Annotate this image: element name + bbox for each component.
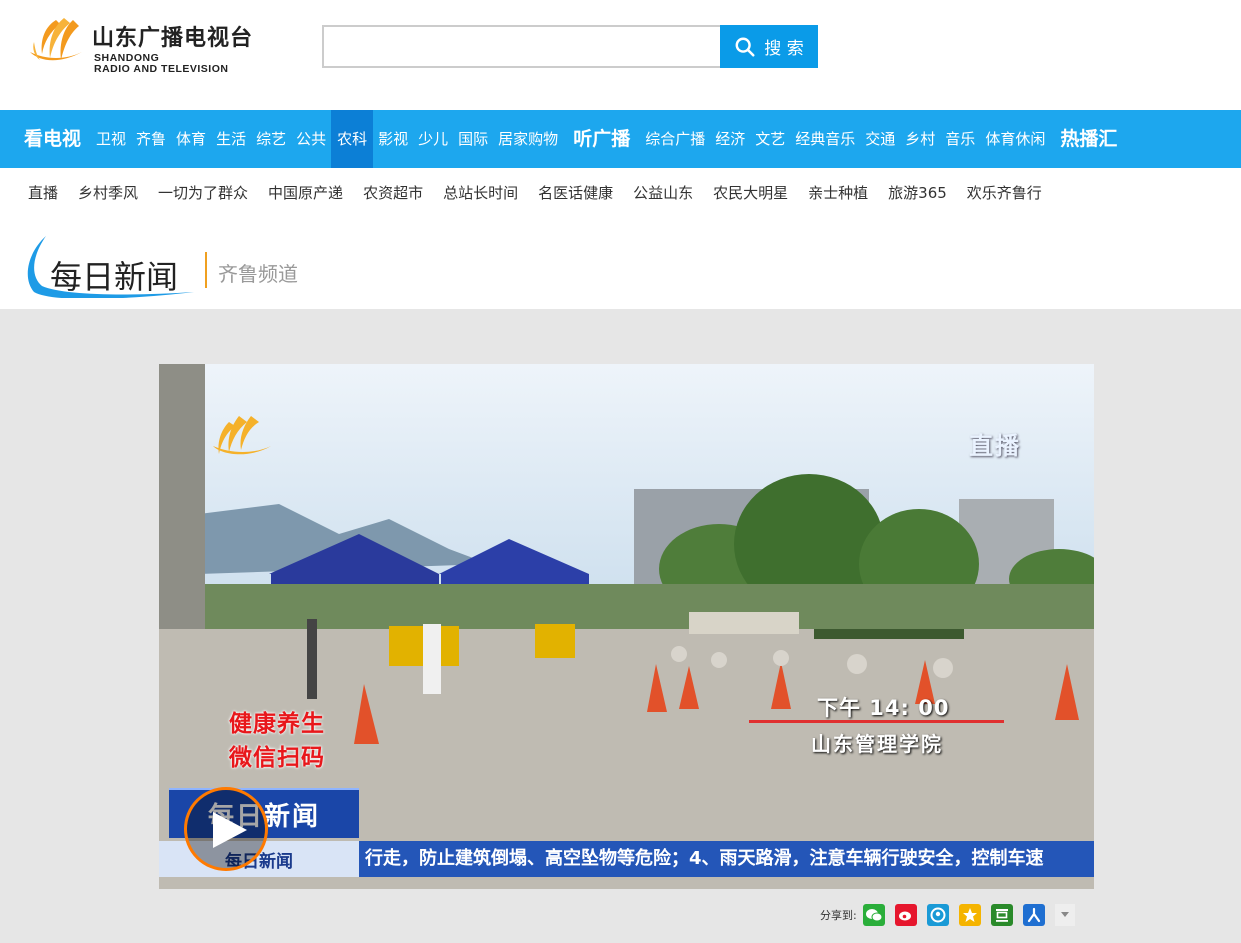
- logo-text-cn: 山东广播电视台: [92, 26, 254, 51]
- nav-item-rural[interactable]: 乡村: [900, 110, 940, 168]
- share-bar: 分享到:: [820, 903, 1078, 927]
- share-more-dropdown-icon[interactable]: [1054, 904, 1075, 926]
- nav-item-traffic[interactable]: 交通: [860, 110, 900, 168]
- live-label: 直播: [969, 432, 1021, 460]
- nav-listen-radio[interactable]: 听广播: [563, 110, 640, 168]
- subnav-item[interactable]: 乡村季风: [78, 182, 138, 203]
- search-button[interactable]: 搜 索: [720, 25, 818, 68]
- nav-item-international[interactable]: 国际: [453, 110, 493, 168]
- nav-item-classical-music[interactable]: 经典音乐: [790, 110, 860, 168]
- site-header: 山东广播电视台 SHANDONG RADIO AND TELEVISION 搜 …: [0, 0, 1241, 110]
- share-label: 分享到:: [820, 909, 857, 922]
- nav-hot-collection[interactable]: 热播汇: [1050, 110, 1127, 168]
- subnav-item[interactable]: 公益山东: [633, 182, 693, 203]
- subnav-item[interactable]: 中国原产递: [268, 182, 343, 203]
- location-caption: 山东管理学院: [811, 732, 943, 756]
- subnav-item[interactable]: 一切为了群众: [158, 182, 248, 203]
- sub-nav: 直播 乡村季风 一切为了群众 中国原产递 农资超市 总站长时间 名医话健康 公益…: [0, 168, 1241, 216]
- search-button-label: 搜 索: [764, 39, 804, 59]
- qzone-icon[interactable]: [958, 904, 981, 926]
- promo-text-1: 健康养生: [229, 711, 325, 737]
- promo-text-2: 微信扫码: [229, 745, 325, 771]
- subnav-item[interactable]: 直播: [28, 182, 58, 203]
- nav-item-life[interactable]: 生活: [211, 110, 251, 168]
- subnav-item[interactable]: 农资超市: [363, 182, 423, 203]
- wechat-icon[interactable]: [862, 904, 885, 926]
- nav-item-film[interactable]: 影视: [373, 110, 413, 168]
- nav-item-qilu[interactable]: 齐鲁: [131, 110, 171, 168]
- play-icon: [213, 812, 247, 848]
- nav-item-general-radio[interactable]: 综合广播: [640, 110, 710, 168]
- search-icon: [735, 37, 755, 57]
- subnav-item[interactable]: 旅游365: [888, 182, 947, 203]
- nav-watch-tv[interactable]: 看电视: [14, 110, 91, 168]
- caption-underline: [749, 720, 1004, 723]
- search-input[interactable]: [322, 25, 722, 68]
- search-bar: 搜 索: [322, 25, 818, 68]
- qq-share-icon[interactable]: [926, 904, 949, 926]
- nav-item-agriculture[interactable]: 农科: [331, 110, 374, 168]
- ticker-text: 行走，防止建筑倒塌、高空坠物等危险；4、雨天路滑，注意车辆行驶安全，控制车速: [359, 841, 1094, 877]
- page-title: 每日新闻: [50, 258, 179, 296]
- nav-item-economy[interactable]: 经济: [710, 110, 750, 168]
- nav-item-satellite[interactable]: 卫视: [91, 110, 131, 168]
- video-player[interactable]: 直播 下午 14: 00 山东管理学院 健康养生 微信扫码 每日新闻 每日新闻 …: [159, 364, 1094, 889]
- subnav-item[interactable]: 亲士种植: [808, 182, 868, 203]
- broadcast-time: 下午 14: 00: [817, 696, 950, 720]
- nav-item-music[interactable]: 音乐: [940, 110, 980, 168]
- subnav-item[interactable]: 名医话健康: [538, 182, 613, 203]
- content-area: 直播 下午 14: 00 山东管理学院 健康养生 微信扫码 每日新闻 每日新闻 …: [0, 309, 1241, 943]
- nav-item-arts[interactable]: 文艺: [750, 110, 790, 168]
- weibo-icon[interactable]: [894, 904, 917, 926]
- news-ticker: 每日新闻 行走，防止建筑倒塌、高空坠物等危险；4、雨天路滑，注意车辆行驶安全，控…: [159, 841, 1094, 877]
- sdtv-logo-icon: [30, 18, 82, 61]
- subnav-item[interactable]: 总站长时间: [443, 182, 518, 203]
- douban-icon[interactable]: [990, 904, 1013, 926]
- logo-text-en-2: RADIO AND TELEVISION: [94, 63, 229, 75]
- nav-item-sports[interactable]: 体育: [171, 110, 211, 168]
- play-button[interactable]: [184, 787, 268, 871]
- subnav-item[interactable]: 农民大明星: [713, 182, 788, 203]
- renren-icon[interactable]: [1022, 904, 1045, 926]
- nav-item-public[interactable]: 公共: [291, 110, 331, 168]
- nav-item-home-shopping[interactable]: 居家购物: [493, 110, 563, 168]
- site-logo[interactable]: 山东广播电视台 SHANDONG RADIO AND TELEVISION: [26, 12, 276, 75]
- subnav-item[interactable]: 欢乐齐鲁行: [967, 182, 1042, 203]
- channel-name: 齐鲁频道: [218, 262, 298, 286]
- program-title-bar: 每日新闻 齐鲁频道: [0, 216, 1241, 309]
- title-divider: [205, 252, 207, 288]
- nav-item-variety[interactable]: 综艺: [251, 110, 291, 168]
- nav-item-kids[interactable]: 少儿: [413, 110, 453, 168]
- nav-item-sports-leisure[interactable]: 体育休闲: [980, 110, 1050, 168]
- main-nav: 看电视 卫视 齐鲁 体育 生活 综艺 公共 农科 影视 少儿 国际 居家购物 听…: [0, 110, 1241, 168]
